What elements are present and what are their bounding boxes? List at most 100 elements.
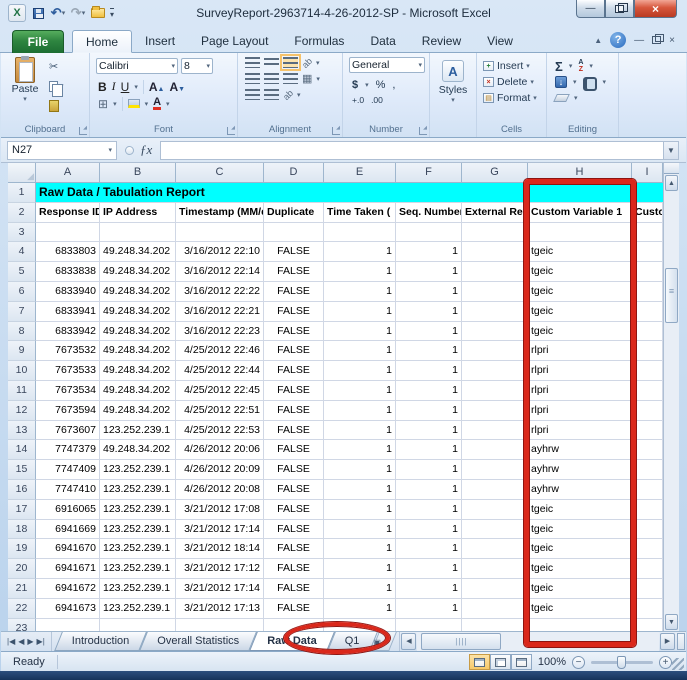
cell[interactable] (632, 242, 663, 262)
cell[interactable]: 6941671 (36, 559, 100, 579)
underline-dropdown-icon[interactable]: ▾ (134, 83, 138, 91)
row-header-5[interactable]: 5 (8, 262, 36, 282)
cell[interactable] (632, 559, 663, 579)
cell[interactable]: 123.252.239.1 (100, 500, 176, 520)
sheet-tab-overall-statistics[interactable]: Overall Statistics (143, 632, 253, 651)
tab-insert[interactable]: Insert (132, 30, 188, 53)
cell[interactable]: 1 (324, 520, 396, 540)
number-format-combo[interactable]: General▾ (349, 57, 425, 73)
cell[interactable]: 1 (396, 599, 462, 619)
cell[interactable]: 49.248.34.202 (100, 262, 176, 282)
styles-button[interactable]: A Styles ▾ (434, 56, 472, 104)
format-cells-button[interactable]: ▤Format▾ (483, 90, 542, 106)
cell[interactable]: FALSE (264, 579, 324, 599)
font-dialog-launcher-icon[interactable] (227, 127, 235, 135)
cell[interactable]: 3/21/2012 17:08 (176, 500, 264, 520)
cell[interactable] (462, 480, 528, 500)
workbook-minimize-button[interactable]: — (634, 35, 644, 46)
row-header-10[interactable]: 10 (8, 361, 36, 381)
cell[interactable]: 49.248.34.202 (100, 401, 176, 421)
cell[interactable] (462, 460, 528, 480)
autosum-dropdown-icon[interactable]: ▾ (569, 62, 573, 70)
row-header-20[interactable]: 20 (8, 559, 36, 579)
row-header-18[interactable]: 18 (8, 520, 36, 540)
prev-sheet-icon[interactable]: ◀ (18, 637, 24, 646)
cell[interactable]: FALSE (264, 381, 324, 401)
cell[interactable] (462, 242, 528, 262)
align-center-button[interactable] (264, 73, 279, 84)
column-header-G[interactable]: G (462, 163, 528, 183)
currency-dropdown-icon[interactable]: ▾ (365, 81, 369, 89)
find-select-button[interactable] (583, 77, 597, 87)
cell[interactable] (264, 223, 324, 243)
page-break-view-button[interactable] (511, 654, 532, 670)
cell[interactable]: FALSE (264, 361, 324, 381)
cell[interactable] (462, 262, 528, 282)
cell[interactable]: 49.248.34.202 (100, 440, 176, 460)
cell[interactable]: 6916065 (36, 500, 100, 520)
fill-dropdown-icon[interactable]: ▾ (573, 78, 577, 86)
cell[interactable] (632, 223, 663, 243)
cell[interactable]: 7673532 (36, 341, 100, 361)
cell[interactable]: 1 (324, 500, 396, 520)
cell[interactable]: 1 (324, 539, 396, 559)
align-middle-button[interactable] (264, 57, 279, 68)
insert-cells-button[interactable]: +Insert▾ (483, 58, 542, 74)
cell[interactable]: 123.252.239.1 (100, 579, 176, 599)
cell[interactable]: 6833940 (36, 282, 100, 302)
cell[interactable]: 3/16/2012 22:22 (176, 282, 264, 302)
column-header-D[interactable]: D (264, 163, 324, 183)
delete-cells-button[interactable]: ×Delete▾ (483, 74, 542, 90)
row-header-4[interactable]: 4 (8, 242, 36, 262)
cell[interactable]: 7673533 (36, 361, 100, 381)
cell[interactable] (632, 440, 663, 460)
cell[interactable] (632, 381, 663, 401)
cell[interactable] (462, 559, 528, 579)
cell[interactable]: 1 (396, 559, 462, 579)
cell[interactable]: 1 (324, 322, 396, 342)
column-header-C[interactable]: C (176, 163, 264, 183)
cell[interactable]: 1 (396, 242, 462, 262)
cell[interactable]: 1 (324, 282, 396, 302)
scroll-left-icon[interactable]: ◀ (401, 633, 416, 650)
cell[interactable]: 123.252.239.1 (100, 460, 176, 480)
wrap-dropdown-icon[interactable]: ▾ (297, 91, 301, 99)
cell[interactable]: 1 (396, 440, 462, 460)
cell[interactable] (462, 500, 528, 520)
expand-formula-bar-button[interactable]: ▼ (663, 141, 679, 160)
scroll-down-icon[interactable]: ▼ (665, 614, 678, 630)
cell[interactable]: 3/21/2012 17:14 (176, 579, 264, 599)
font-name-combo[interactable]: Calibri▾ (96, 58, 178, 74)
tab-page-layout[interactable]: Page Layout (188, 30, 281, 53)
cell[interactable]: 1 (324, 559, 396, 579)
cell[interactable] (176, 223, 264, 243)
font-size-combo[interactable]: 8▾ (181, 58, 213, 74)
cell[interactable] (632, 619, 663, 631)
cell[interactable]: FALSE (264, 421, 324, 441)
cell[interactable]: FALSE (264, 341, 324, 361)
cell[interactable]: 7673607 (36, 421, 100, 441)
row-header-13[interactable]: 13 (8, 421, 36, 441)
cell[interactable] (632, 262, 663, 282)
cell[interactable]: 1 (396, 579, 462, 599)
cell[interactable]: 4/25/2012 22:46 (176, 341, 264, 361)
clear-dropdown-icon[interactable]: ▾ (574, 94, 578, 102)
cell[interactable]: 1 (324, 460, 396, 480)
zoom-slider-thumb[interactable] (617, 656, 626, 669)
cell[interactable]: 49.248.34.202 (100, 242, 176, 262)
field-header-cell[interactable]: External Referen (462, 203, 528, 223)
cell[interactable] (462, 619, 528, 631)
column-header-E[interactable]: E (324, 163, 396, 183)
cell[interactable]: 123.252.239.1 (100, 520, 176, 540)
bold-button[interactable]: B (98, 80, 107, 94)
comma-button[interactable]: , (392, 79, 395, 91)
row-header-1[interactable]: 1 (8, 183, 36, 203)
cell[interactable] (462, 599, 528, 619)
cell[interactable] (462, 361, 528, 381)
font-color-button[interactable]: A (153, 97, 161, 110)
column-header-F[interactable]: F (396, 163, 462, 183)
sort-dropdown-icon[interactable]: ▾ (589, 62, 593, 70)
vertical-scrollbar[interactable]: ▲ ▼ (663, 163, 679, 631)
cell[interactable]: 3/16/2012 22:21 (176, 302, 264, 322)
minimize-button[interactable]: — (576, 0, 605, 18)
